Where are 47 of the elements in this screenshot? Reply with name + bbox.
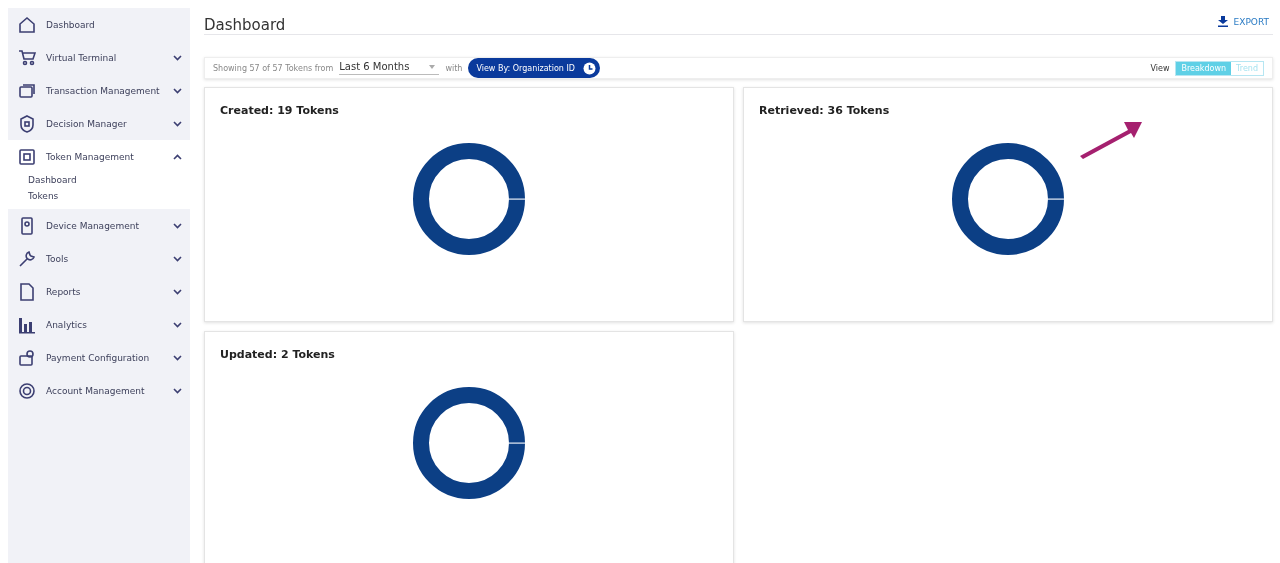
showing-text: Showing 57 of 57 Tokens from [213, 63, 334, 73]
view-label: View [1150, 63, 1170, 73]
download-icon [1217, 16, 1228, 27]
wallet-icon [18, 348, 36, 367]
chevron-down-icon [173, 387, 182, 394]
device-icon [18, 216, 36, 235]
card-title: Retrieved: 36 Tokens [759, 104, 890, 117]
chevron-up-icon [173, 153, 182, 160]
chevron-down-icon [173, 120, 182, 127]
wrench-icon [18, 249, 36, 268]
sidebar-item[interactable]: Payment Configuration [8, 341, 190, 374]
sidebar-item[interactable]: Token Management [8, 140, 190, 173]
range-select[interactable]: Last 6 Months [339, 61, 440, 75]
card-title: Updated: 2 Tokens [220, 348, 335, 361]
sidebar-item[interactable]: Account Management [8, 374, 190, 407]
chevron-down-icon [173, 222, 182, 229]
chevron-down-icon [173, 288, 182, 295]
sidebar-item[interactable]: Reports [8, 275, 190, 308]
submenu-item[interactable]: Tokens [28, 191, 59, 201]
bar-chart-icon [18, 315, 36, 334]
caret-icon [429, 64, 436, 69]
chevron-down-icon [173, 87, 182, 94]
target-icon [18, 381, 36, 400]
sidebar-item[interactable]: Transaction Management [8, 74, 190, 107]
shield-icon [18, 114, 36, 133]
chevron-down-icon [173, 354, 182, 361]
view-by-button[interactable]: View By: Organization ID [468, 58, 600, 78]
sidebar-item[interactable]: Device Management [8, 209, 190, 242]
cart-icon [18, 48, 36, 67]
chevron-down-icon [173, 255, 182, 262]
cards-icon [18, 81, 36, 100]
submenu-item[interactable]: Dashboard [28, 175, 77, 185]
chip-icon [18, 147, 36, 166]
card-title: Created: 19 Tokens [220, 104, 339, 117]
page-title: Dashboard [204, 16, 286, 34]
chevron-down-icon [173, 321, 182, 328]
sidebar-item[interactable]: Decision Manager [8, 107, 190, 140]
house-icon [18, 15, 36, 34]
export-button[interactable]: EXPORT [1213, 16, 1273, 27]
sidebar-item[interactable]: Tools [8, 242, 190, 275]
sidebar-item[interactable]: Dashboard [8, 8, 190, 41]
chevron-down-icon [173, 54, 182, 61]
sidebar-item[interactable]: Virtual Terminal [8, 41, 190, 74]
with-text: with [445, 63, 463, 73]
sidebar-item[interactable]: Analytics [8, 308, 190, 341]
document-icon [18, 282, 36, 301]
clock-icon [583, 61, 596, 75]
